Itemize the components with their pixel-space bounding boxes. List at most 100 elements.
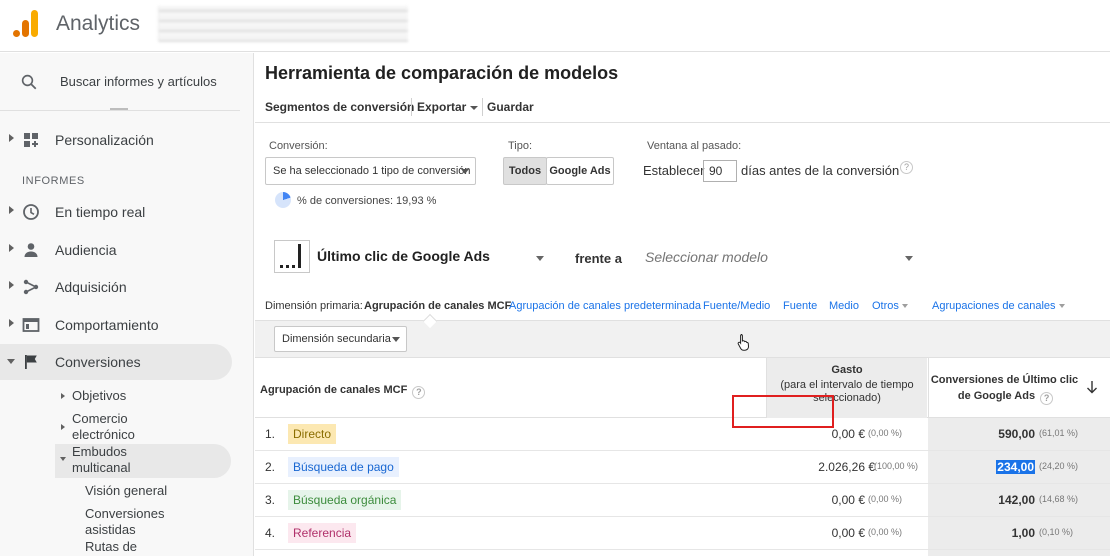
dimension-link-source-medium[interactable]: Fuente/Medio bbox=[703, 300, 770, 312]
section-header-reports: INFORMES bbox=[22, 175, 85, 187]
help-icon[interactable]: ? bbox=[1040, 392, 1054, 405]
save-button[interactable]: Guardar bbox=[487, 100, 534, 114]
expand-caret-icon bbox=[9, 206, 14, 214]
channel-tag[interactable]: Búsqueda orgánica bbox=[288, 490, 402, 510]
spend-percent: (0,00 %) bbox=[868, 527, 903, 537]
report-search[interactable]: Buscar informes y artículos bbox=[0, 53, 253, 109]
conversions-value-selected[interactable]: 234,00 bbox=[996, 460, 1035, 474]
sidebar: Buscar informes y artículos Personalizac… bbox=[0, 53, 254, 556]
analytics-logo-icon[interactable] bbox=[12, 9, 40, 37]
lookback-label: Ventana al pasado: bbox=[647, 140, 742, 152]
expand-caret-icon bbox=[61, 393, 65, 399]
page-title: Herramienta de comparación de modelos bbox=[265, 63, 619, 83]
sidebar-leaf-overview[interactable]: Visión general bbox=[85, 483, 167, 499]
type-all-toggle[interactable]: Todos bbox=[503, 157, 547, 185]
sidebar-item-behavior[interactable]: Comportamiento bbox=[0, 307, 232, 343]
model-select-primary[interactable]: Último clic de Google Ads bbox=[317, 248, 490, 264]
expand-caret-icon bbox=[9, 134, 14, 142]
sidebar-item-personalization[interactable]: Personalización bbox=[0, 122, 232, 158]
help-icon[interactable]: ? bbox=[412, 386, 426, 399]
column-header-channel[interactable]: Agrupación de canales MCF ? bbox=[260, 384, 426, 399]
spend-percent: (100,00 %) bbox=[874, 461, 919, 471]
dashboard-grid-icon bbox=[24, 133, 38, 147]
conversion-segments-button[interactable]: Segmentos de conversión bbox=[265, 100, 414, 114]
channel-tag[interactable]: Referencia bbox=[288, 523, 357, 543]
sidebar-item-label: Adquisición bbox=[55, 279, 127, 295]
conversions-cell: 1,00 (0,10 %) bbox=[928, 517, 1110, 549]
expand-caret-icon bbox=[9, 319, 14, 327]
search-input[interactable]: Buscar informes y artículos bbox=[60, 74, 217, 89]
column-header-conversions[interactable]: Conversiones de Último clic de Google Ad… bbox=[928, 358, 1110, 418]
channel-tag[interactable]: Búsqueda de pago bbox=[288, 457, 399, 477]
sidebar-item-realtime[interactable]: En tiempo real bbox=[0, 194, 232, 230]
annotation-highlight-box bbox=[732, 395, 834, 428]
behavior-icon bbox=[22, 318, 40, 332]
model-select-secondary[interactable]: Seleccionar modelo bbox=[645, 249, 768, 265]
sidebar-item-label: En tiempo real bbox=[55, 204, 146, 220]
collapse-caret-icon bbox=[60, 457, 66, 461]
dimension-link-source[interactable]: Fuente bbox=[783, 300, 817, 312]
versus-label: frente a bbox=[575, 251, 622, 266]
sidebar-item-audience[interactable]: Audiencia bbox=[0, 232, 232, 268]
help-icon[interactable]: ? bbox=[900, 161, 913, 174]
conversions-percent: (24,20 %) bbox=[1039, 461, 1079, 471]
last-click-model-icon bbox=[274, 240, 310, 273]
sort-descending-icon[interactable] bbox=[1086, 380, 1098, 394]
sidebar-leaf-paths[interactable]: Rutas de bbox=[85, 539, 137, 555]
conversion-type-select[interactable]: Se ha seleccionado 1 tipo de conversión bbox=[265, 157, 476, 185]
secondary-dimension-bar: Dimensión secundaria bbox=[255, 320, 1110, 357]
spend-percent: (0,00 %) bbox=[868, 428, 903, 438]
divider bbox=[482, 98, 483, 116]
channel-groups-dropdown[interactable]: Agrupaciones de canales bbox=[932, 300, 1065, 312]
chevron-down-icon bbox=[461, 169, 469, 174]
conversion-percent-text: % de conversiones: 19,93 % bbox=[297, 195, 437, 207]
chevron-down-icon bbox=[1058, 304, 1065, 309]
table-row: 4. Referencia 0,00 € (0,00 %) 1,00 (0,10… bbox=[255, 517, 1110, 550]
sidebar-subitem-ecommerce[interactable]: Comercio electrónico bbox=[60, 411, 135, 443]
divider bbox=[411, 98, 412, 116]
sidebar-subitem-multichannel[interactable]: Embudos multicanal bbox=[60, 444, 131, 476]
chevron-down-icon[interactable] bbox=[905, 256, 913, 261]
dimension-link-default-channel[interactable]: Agrupación de canales predeterminada bbox=[509, 300, 701, 312]
sidebar-subitem-goals[interactable]: Objetivos bbox=[60, 388, 126, 404]
table-row: 3. Búsqueda orgánica 0,00 € (0,00 %) 142… bbox=[255, 484, 1110, 517]
conversions-percent: (14,68 %) bbox=[1039, 494, 1079, 504]
chevron-down-icon bbox=[392, 337, 400, 342]
type-google-ads-toggle[interactable]: Google Ads bbox=[546, 157, 614, 185]
sidebar-item-label: Conversiones bbox=[55, 354, 141, 370]
conversions-cell: 590,00 (61,01 %) bbox=[928, 418, 1110, 450]
conversions-value: 142,00 bbox=[998, 493, 1035, 507]
expand-caret-icon bbox=[9, 244, 14, 252]
toolbar: Segmentos de conversión Exportar Guardar bbox=[255, 91, 1110, 123]
table-row-empty bbox=[255, 550, 1110, 556]
channel-tag[interactable]: Directo bbox=[288, 424, 337, 444]
type-label: Tipo: bbox=[508, 140, 533, 152]
expand-caret-icon bbox=[61, 424, 65, 430]
conversions-cell: 142,00 (14,68 %) bbox=[928, 484, 1110, 516]
sidebar-item-conversions[interactable]: Conversiones bbox=[0, 344, 232, 380]
dimension-others-dropdown[interactable]: Otros bbox=[872, 300, 908, 312]
conversions-cell bbox=[928, 550, 1110, 556]
top-bar: Analytics bbox=[0, 0, 1110, 52]
account-selector[interactable] bbox=[158, 6, 408, 42]
sidebar-leaf-assisted[interactable]: Conversiones asistidas bbox=[85, 506, 165, 538]
mouse-pointer-icon bbox=[737, 334, 750, 351]
conversions-value: 590,00 bbox=[998, 427, 1035, 441]
sidebar-item-label: Audiencia bbox=[55, 242, 117, 258]
primary-dimension-label: Dimensión primaria: bbox=[265, 300, 363, 312]
divider bbox=[0, 110, 240, 111]
conversions-value: 1,00 bbox=[1011, 526, 1035, 540]
lookback-days-input[interactable]: 90 bbox=[703, 160, 737, 182]
export-button[interactable]: Exportar bbox=[417, 100, 479, 114]
table-row: 1. Directo 0,00 € (0,00 %) 590,00 (61,01… bbox=[255, 418, 1110, 451]
table-header: Agrupación de canales MCF ? Gasto (para … bbox=[255, 357, 1110, 418]
sidebar-item-label: Personalización bbox=[55, 132, 154, 148]
secondary-dimension-select[interactable]: Dimensión secundaria bbox=[274, 326, 407, 352]
spend-cell: 0,00 € bbox=[831, 493, 865, 507]
expand-caret-icon bbox=[9, 281, 14, 289]
collapse-caret-icon bbox=[7, 359, 15, 364]
sidebar-item-acquisition[interactable]: Adquisición bbox=[0, 269, 232, 305]
conversion-percent-pie-icon bbox=[275, 192, 291, 208]
dimension-link-medium[interactable]: Medio bbox=[829, 300, 859, 312]
chevron-down-icon[interactable] bbox=[536, 256, 544, 261]
